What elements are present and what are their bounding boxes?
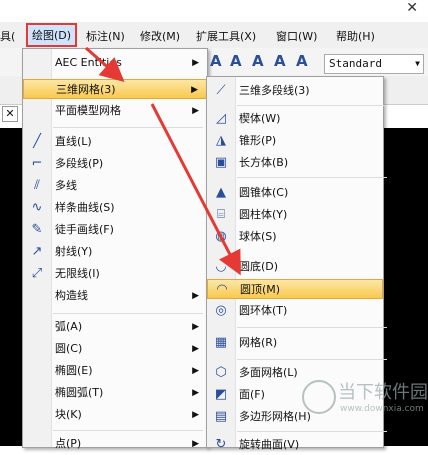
menu-item-dish[interactable]: ◡ 圆底(D): [207, 257, 383, 277]
submenu-arrow-icon: ▶: [191, 85, 198, 95]
title-bar: ✕: [0, 0, 428, 22]
submenu-arrow-icon: ▶: [192, 322, 199, 332]
text-scale-icon[interactable]: A: [296, 52, 308, 70]
pyramid-icon: ◮: [216, 133, 226, 148]
text-style-select[interactable]: Standard ▼: [324, 54, 424, 74]
menu-item-wedge[interactable]: ◿ 楔体(W): [207, 109, 383, 129]
wedge-icon: ◿: [216, 111, 226, 126]
tab-close-button[interactable]: ✕: [2, 106, 18, 122]
sphere-icon: ◍: [215, 229, 227, 244]
polyface-icon: ⬡: [215, 365, 227, 380]
torus-icon: ◎: [215, 303, 227, 318]
menu-item-cylinder[interactable]: ⌸ 圆柱体(Y): [207, 205, 383, 225]
cylinder-icon: ⌸: [217, 207, 225, 222]
watermark-logo-icon: [302, 380, 336, 414]
menu-item-point[interactable]: 点(P) ▶: [23, 434, 207, 454]
line-icon: ╱: [33, 134, 41, 149]
ray-icon: ↗: [31, 244, 43, 259]
cone-icon: ▲: [216, 185, 226, 200]
polyline-icon: ⌐: [31, 156, 43, 171]
infinite-line-icon: ⤢: [31, 266, 43, 281]
menu-separator: [237, 105, 387, 106]
menu-separator: [237, 359, 387, 360]
menu-modify[interactable]: 修改(M): [140, 28, 180, 44]
menu-separator: [237, 327, 387, 328]
submenu-arrow-icon: ▶: [192, 410, 199, 420]
face-icon: ◩: [214, 387, 228, 402]
menu-separator: [237, 431, 387, 432]
menu-item-line[interactable]: ╱ 直线(L): [23, 132, 207, 152]
menu-extend-tools[interactable]: 扩展工具(X): [196, 28, 256, 44]
text-style-icon[interactable]: A: [210, 52, 222, 70]
menu-bar: 具( 绘图(D) 标注(N) 修改(M) 扩展工具(X) 窗口(W) 帮助(H): [0, 22, 428, 49]
watermark-url: www.downxia.com: [340, 404, 424, 414]
spline-icon: ∿: [31, 200, 43, 215]
menu-item-cone[interactable]: ▲ 圆锥体(C): [207, 183, 383, 203]
menu-item-torus[interactable]: ◎ 圆环体(T): [207, 301, 383, 321]
menu-item-aec-entities[interactable]: AEC Entities ▶: [23, 53, 207, 73]
menu-item-polyline[interactable]: ⌐ 多段线(P): [23, 154, 207, 174]
watermark-title: 当下软件园: [338, 382, 428, 403]
menu-item-xline[interactable]: ⤢ 无限线(I): [23, 264, 207, 284]
submenu-arrow-icon: ▶: [192, 366, 199, 376]
menu-window[interactable]: 窗口(W): [276, 28, 317, 44]
menu-separator: [53, 127, 203, 128]
menu-item-ellipse[interactable]: 椭圆(E) ▶: [23, 361, 207, 381]
menu-item-freehand[interactable]: ✎ 徒手画线(F): [23, 220, 207, 240]
menu-item-circle[interactable]: 圆(C) ▶: [23, 339, 207, 359]
menu-item-block[interactable]: 块(K) ▶: [23, 405, 207, 425]
menu-item-mesh[interactable]: ▦ 网格(R): [207, 333, 383, 353]
text-find-icon[interactable]: A: [274, 52, 286, 70]
text-style-icon[interactable]: A: [230, 52, 242, 70]
menu-item-3d-mesh[interactable]: 三维网格(3) ▶: [23, 79, 207, 99]
submenu-arrow-icon: ▶: [192, 439, 199, 449]
menu-separator: [53, 430, 203, 431]
menu-item-dome[interactable]: ◠ 圆顶(M): [207, 279, 383, 299]
watermark: 当下软件园 www.downxia.com: [300, 376, 428, 426]
text-style-value: Standard: [329, 57, 382, 70]
menu-item-elliptical-arc[interactable]: 椭圆弧(T) ▶: [23, 383, 207, 403]
menu-item-pyramid[interactable]: ◮ 锥形(P): [207, 131, 383, 151]
multiline-icon: ⫽: [34, 178, 40, 193]
menu-help[interactable]: 帮助(H): [336, 28, 375, 44]
polygon-mesh-icon: ▤: [214, 409, 228, 424]
menu-item-3d-polyline[interactable]: ⟋ 三维多段线(3): [207, 81, 383, 101]
3d-polyline-icon: ⟋: [216, 83, 226, 98]
menu-item-spline[interactable]: ∿ 样条曲线(S): [23, 198, 207, 218]
submenu-arrow-icon: ▶: [192, 344, 199, 354]
menu-item-box[interactable]: ▣ 长方体(B): [207, 153, 383, 173]
menu-draw[interactable]: 绘图(D): [26, 23, 78, 47]
draw-menu: AEC Entities ▶ 三维网格(3) ▶ 平面模型网格 ▶ ╱ 直线(L…: [22, 48, 208, 450]
menu-item-plane-mesh[interactable]: 平面模型网格 ▶: [23, 101, 207, 121]
submenu-arrow-icon: ▶: [192, 58, 199, 68]
menu-separator: [53, 313, 203, 314]
submenu-arrow-icon: ▶: [192, 388, 199, 398]
menu-item-ray[interactable]: ↗ 射线(Y): [23, 242, 207, 262]
menu-item-multiline[interactable]: ⫽ 多线: [23, 176, 207, 196]
mesh-icon: ▦: [214, 335, 228, 350]
dish-icon: ◡: [215, 259, 227, 274]
submenu-arrow-icon: ▶: [192, 106, 199, 116]
menu-tools-partial[interactable]: 具(: [0, 28, 15, 44]
dome-icon: ◠: [216, 282, 228, 297]
box-icon: ▣: [214, 155, 228, 170]
menu-item-construction-line[interactable]: 构造线 ▶: [23, 286, 207, 306]
menu-item-arc[interactable]: 弧(A) ▶: [23, 317, 207, 337]
submenu-arrow-icon: ▶: [192, 291, 199, 301]
revolve-icon: ↻: [215, 437, 227, 452]
chevron-down-icon: ▼: [415, 59, 420, 68]
menu-item-sphere[interactable]: ◍ 球体(S): [207, 227, 383, 247]
menu-dimension[interactable]: 标注(N): [86, 28, 125, 44]
menu-item-revolved-surface[interactable]: ↻ 旋转曲面(V): [207, 435, 383, 455]
text-edit-icon[interactable]: A: [252, 52, 264, 70]
window-close-button[interactable]: ✕: [406, 0, 418, 16]
pencil-icon: ✎: [31, 222, 43, 237]
menu-separator: [237, 177, 387, 178]
